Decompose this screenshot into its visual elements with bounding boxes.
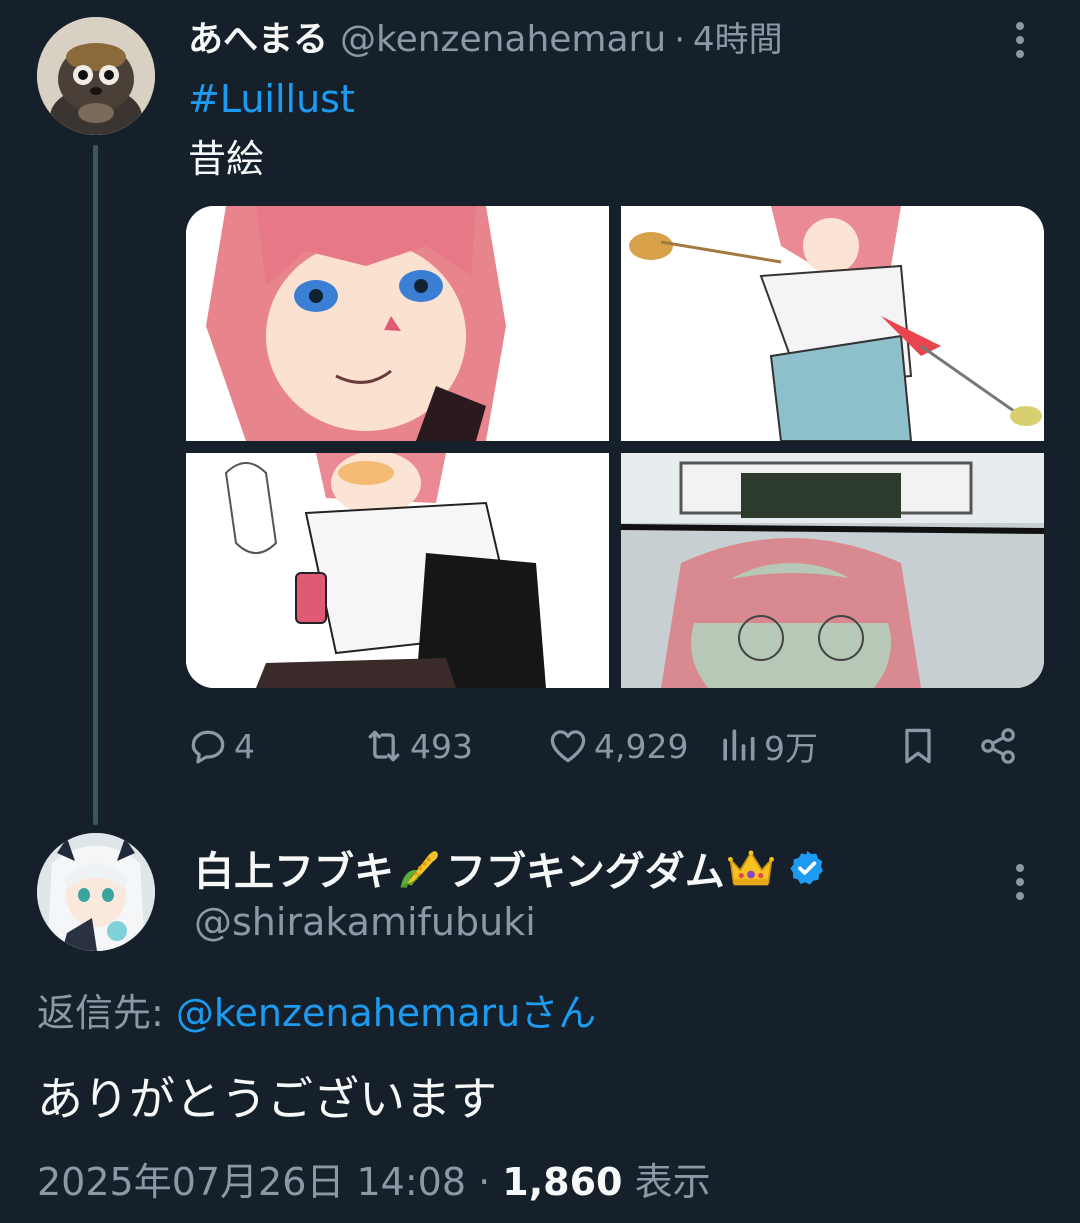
illustration-girl-cooking-icon	[621, 206, 1044, 441]
verified-badge-icon[interactable]	[787, 848, 827, 888]
more-dot-icon	[1016, 36, 1024, 44]
reply-to-label: 返信先:	[37, 991, 164, 1035]
media-image-1[interactable]	[186, 206, 609, 441]
reply-tweet-text: ありがとうございます	[37, 1072, 497, 1126]
share-icon	[981, 728, 1015, 764]
reply-views-count: 1,860	[502, 1160, 623, 1204]
heart-icon	[550, 730, 586, 763]
reply-bubble-icon	[191, 730, 225, 764]
reply-meta-line: 2025年07月26日 14:08 · 1,860 表示	[37, 1156, 711, 1208]
views-button[interactable]: 9万	[716, 718, 818, 774]
replying-to-line: 返信先: @kenzenahemaruさん	[37, 986, 596, 1040]
reply-name-row[interactable]: 白上フブキ フブキングダム	[194, 840, 827, 896]
illustration-girl-glasses-icon	[621, 453, 1044, 688]
views-count: 9万	[764, 729, 818, 768]
parent-more-options-button[interactable]	[1008, 18, 1032, 62]
media-grid	[186, 206, 1044, 688]
media-image-2[interactable]	[621, 206, 1044, 441]
like-count: 4,929	[594, 726, 689, 766]
tanuki-figurine-icon	[37, 17, 155, 135]
reply-handle[interactable]: @shirakamifubuki	[194, 896, 536, 948]
like-button[interactable]: 4,929	[546, 718, 688, 774]
reply-avatar[interactable]	[37, 833, 155, 951]
parent-tweet-text: 昔絵	[188, 137, 265, 181]
more-dot-icon	[1016, 864, 1024, 872]
reply-button[interactable]: 4	[186, 718, 255, 774]
media-image-3[interactable]	[186, 453, 609, 688]
reply-count: 4	[234, 726, 255, 766]
header-separator: ·	[674, 20, 685, 60]
crown-emoji-icon	[727, 850, 774, 886]
reply-display-name-part2: フブキングダム	[446, 849, 725, 895]
reply-more-options-button[interactable]	[1008, 860, 1032, 904]
parent-action-bar: 4 493 4,929 9万	[186, 718, 1044, 774]
retweet-arrows-icon	[368, 730, 400, 762]
parent-handle[interactable]: @kenzenahemaru	[340, 16, 666, 64]
reply-views-label: 表示	[634, 1160, 711, 1204]
parent-timestamp[interactable]: 4時間	[693, 16, 783, 64]
more-dot-icon	[1016, 892, 1024, 900]
bookmark-icon	[905, 728, 931, 764]
more-dot-icon	[1016, 50, 1024, 58]
parent-header: あへまる @kenzenahemaru · 4時間	[188, 16, 783, 64]
tweet-thread-view: あへまる @kenzenahemaru · 4時間 #Luillust 昔絵 4…	[0, 0, 1080, 1223]
parent-hashtag-link[interactable]: #Luillust	[188, 74, 355, 124]
retweet-button[interactable]: 493	[362, 718, 473, 774]
parent-display-name[interactable]: あへまる	[188, 16, 328, 64]
bar-chart-icon	[723, 729, 755, 761]
bookmark-button[interactable]	[896, 718, 940, 774]
thread-connector-line	[93, 145, 98, 825]
more-dot-icon	[1016, 22, 1024, 30]
reply-timestamp[interactable]: 2025年07月26日 14:08	[37, 1160, 466, 1204]
media-image-4[interactable]	[621, 453, 1044, 688]
illustration-girl-portrait-icon	[186, 206, 609, 441]
illustration-girl-phone-icon	[186, 453, 609, 688]
anime-girl-icon	[37, 833, 155, 951]
reply-display-name-part1: 白上フブキ	[194, 849, 394, 895]
more-dot-icon	[1016, 878, 1024, 886]
parent-avatar[interactable]	[37, 17, 155, 135]
corn-emoji-icon	[400, 851, 438, 888]
retweet-count: 493	[410, 726, 473, 766]
share-button[interactable]	[976, 718, 1020, 774]
reply-to-handle-link[interactable]: @kenzenahemaruさん	[176, 991, 596, 1035]
meta-separator: ·	[478, 1160, 491, 1204]
